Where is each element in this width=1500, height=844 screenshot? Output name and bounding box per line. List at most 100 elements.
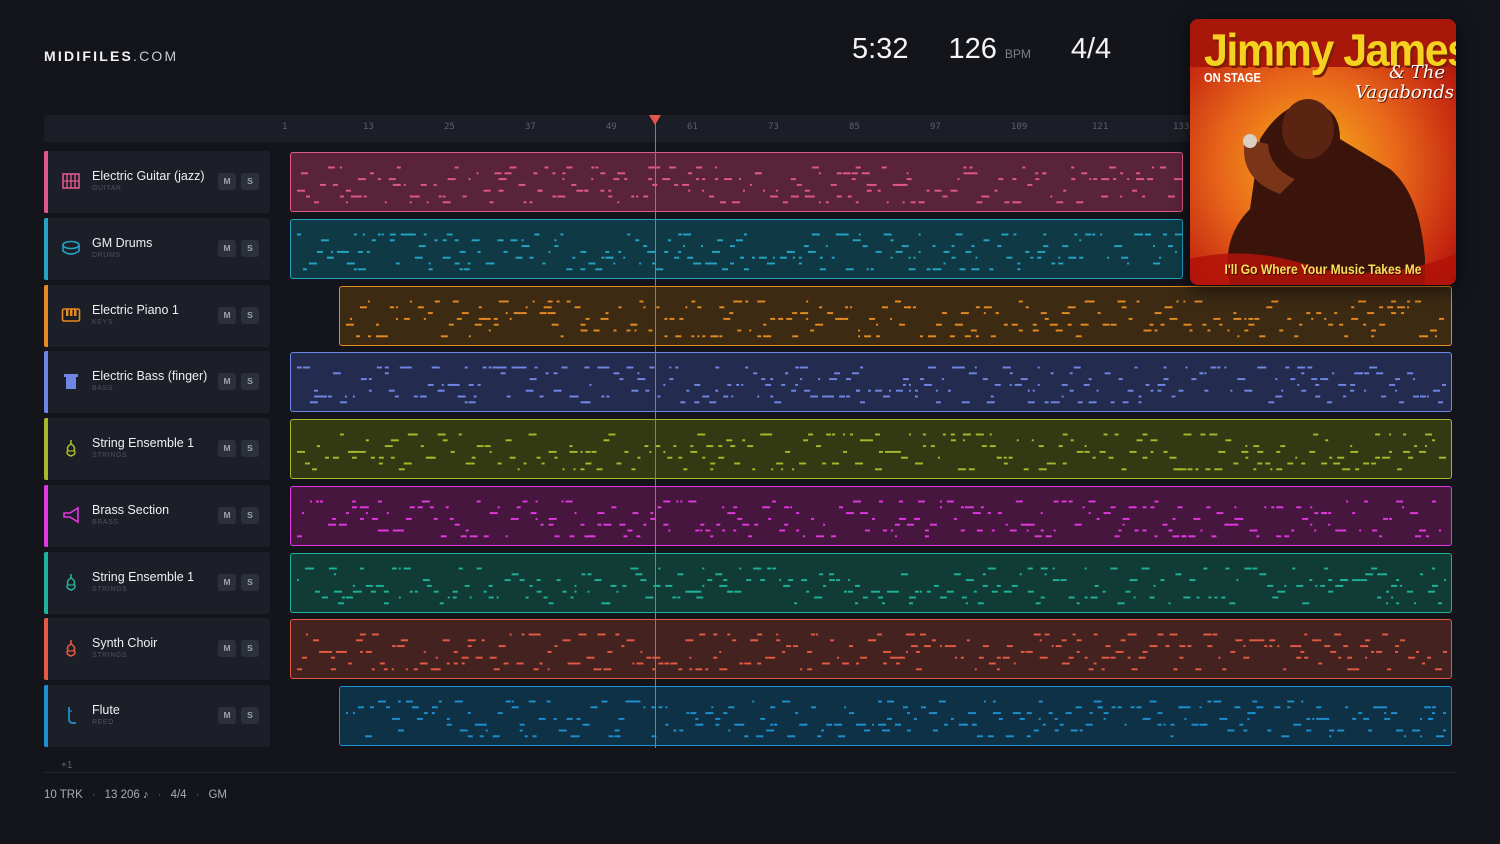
track-color-strip bbox=[44, 485, 48, 547]
mute-button[interactable]: M bbox=[218, 440, 236, 457]
separator-dot: · bbox=[157, 789, 162, 801]
flute-icon bbox=[61, 705, 81, 725]
track-name: Electric Piano 1 bbox=[92, 303, 179, 317]
note-pattern bbox=[296, 633, 1448, 671]
ruler-tick: 49 bbox=[606, 122, 617, 132]
tempo-unit: BPM bbox=[1004, 47, 1031, 61]
note-pattern bbox=[345, 700, 1447, 738]
more-tracks-indicator[interactable]: +1 bbox=[61, 760, 72, 771]
track-header[interactable]: Electric Piano 1 KEYS M S bbox=[44, 285, 270, 347]
ruler-tick: 61 bbox=[687, 122, 698, 132]
track-category: STRINGS bbox=[92, 586, 128, 593]
note-count: 13 206 ♪ bbox=[104, 789, 149, 801]
track-name: Brass Section bbox=[92, 503, 170, 517]
midi-region[interactable] bbox=[290, 419, 1452, 479]
track-color-strip bbox=[44, 218, 48, 280]
keys-icon bbox=[61, 305, 81, 325]
track-header[interactable]: Electric Bass (finger) BASS M S bbox=[44, 351, 270, 413]
album-cover: Jimmy James ON STAGE & The Vagabonds I'l… bbox=[1190, 19, 1456, 285]
note-pattern bbox=[345, 300, 1445, 338]
mute-button[interactable]: M bbox=[218, 240, 236, 257]
cover-song-title: I'll Go Where Your Music Takes Me bbox=[1224, 261, 1422, 277]
track-category: REED bbox=[92, 719, 114, 726]
tempo-value: 126 bbox=[948, 33, 997, 65]
ruler-tick: 133 bbox=[1173, 122, 1190, 132]
track-category: STRINGS bbox=[92, 652, 128, 659]
ruler-tick: 73 bbox=[768, 122, 779, 132]
solo-button[interactable]: S bbox=[241, 240, 259, 257]
track-header[interactable]: Synth Choir STRINGS M S bbox=[44, 618, 270, 680]
track-color-strip bbox=[44, 418, 48, 480]
track-name: Flute bbox=[92, 703, 120, 717]
midi-region[interactable] bbox=[290, 352, 1452, 412]
playhead-handle[interactable] bbox=[649, 115, 661, 125]
track-category: BRASS bbox=[92, 519, 119, 526]
solo-button[interactable]: S bbox=[241, 440, 259, 457]
track-header[interactable]: GM Drums DRUMS M S bbox=[44, 218, 270, 280]
track-name: Synth Choir bbox=[92, 636, 158, 650]
note-pattern bbox=[296, 233, 1182, 271]
midi-region[interactable] bbox=[339, 686, 1452, 746]
track-color-strip bbox=[44, 618, 48, 680]
note-pattern bbox=[296, 166, 1182, 204]
track-header[interactable]: String Ensemble 1 STRINGS M S bbox=[44, 552, 270, 614]
ruler-tick: 121 bbox=[1092, 122, 1109, 132]
track-color-strip bbox=[44, 351, 48, 413]
strings-icon bbox=[61, 438, 81, 458]
guitar-icon bbox=[61, 171, 81, 191]
solo-button[interactable]: S bbox=[241, 307, 259, 324]
note-pattern bbox=[296, 500, 1442, 538]
midi-region[interactable] bbox=[290, 152, 1183, 212]
cover-subtitle: ON STAGE bbox=[1204, 70, 1261, 85]
ruler-tick: 37 bbox=[525, 122, 536, 132]
track-header[interactable]: Brass Section BRASS M S bbox=[44, 485, 270, 547]
track-color-strip bbox=[44, 151, 48, 213]
solo-button[interactable]: S bbox=[241, 507, 259, 524]
track-name: Electric Bass (finger) bbox=[92, 369, 208, 383]
track-color-strip bbox=[44, 685, 48, 747]
track-category: DRUMS bbox=[92, 252, 121, 259]
note-pattern bbox=[296, 366, 1447, 404]
mute-button[interactable]: M bbox=[218, 307, 236, 324]
solo-button[interactable]: S bbox=[241, 640, 259, 657]
mute-button[interactable]: M bbox=[218, 507, 236, 524]
ruler-tick: 97 bbox=[930, 122, 941, 132]
solo-button[interactable]: S bbox=[241, 707, 259, 724]
brand-name: MIDIFILES bbox=[44, 48, 134, 64]
ruler-tick: 13 bbox=[363, 122, 374, 132]
track-header[interactable]: String Ensemble 1 STRINGS M S bbox=[44, 418, 270, 480]
mute-button[interactable]: M bbox=[218, 707, 236, 724]
track-category: STRINGS bbox=[92, 452, 128, 459]
mute-button[interactable]: M bbox=[218, 173, 236, 190]
track-name: String Ensemble 1 bbox=[92, 436, 195, 450]
footer-summary: 10 TRK · 13 206 ♪ · 4/4 · GM bbox=[44, 789, 227, 801]
timeline-ruler[interactable]: 1 13 25 37 49 61 73 85 97 109 121 133 bbox=[44, 115, 1194, 142]
solo-button[interactable]: S bbox=[241, 173, 259, 190]
playhead[interactable] bbox=[655, 116, 656, 748]
track-color-strip bbox=[44, 285, 48, 347]
track-name: String Ensemble 1 bbox=[92, 570, 195, 584]
mute-button[interactable]: M bbox=[218, 373, 236, 390]
mute-button[interactable]: M bbox=[218, 640, 236, 657]
midi-format: GM bbox=[208, 789, 227, 801]
mute-button[interactable]: M bbox=[218, 574, 236, 591]
track-header[interactable]: Flute REED M S bbox=[44, 685, 270, 747]
midi-region[interactable] bbox=[290, 486, 1452, 546]
track-category: GUITAR bbox=[92, 185, 122, 192]
midi-region[interactable] bbox=[290, 553, 1452, 613]
solo-button[interactable]: S bbox=[241, 574, 259, 591]
track-header[interactable]: Electric Guitar (jazz) GUITAR M S bbox=[44, 151, 270, 213]
track-count: 10 TRK bbox=[44, 789, 83, 801]
note-pattern bbox=[296, 567, 1447, 605]
bass-icon bbox=[61, 371, 81, 391]
solo-button[interactable]: S bbox=[241, 373, 259, 390]
track-name: GM Drums bbox=[92, 236, 153, 250]
brand-logo: MIDIFILES.COM bbox=[44, 48, 178, 64]
midi-region[interactable] bbox=[339, 286, 1452, 346]
midi-region[interactable] bbox=[290, 619, 1452, 679]
ruler-tick: 109 bbox=[1011, 122, 1028, 132]
strings-icon bbox=[61, 572, 81, 592]
track-category: KEYS bbox=[92, 319, 114, 326]
midi-region[interactable] bbox=[290, 219, 1183, 279]
brass-icon bbox=[61, 505, 81, 525]
